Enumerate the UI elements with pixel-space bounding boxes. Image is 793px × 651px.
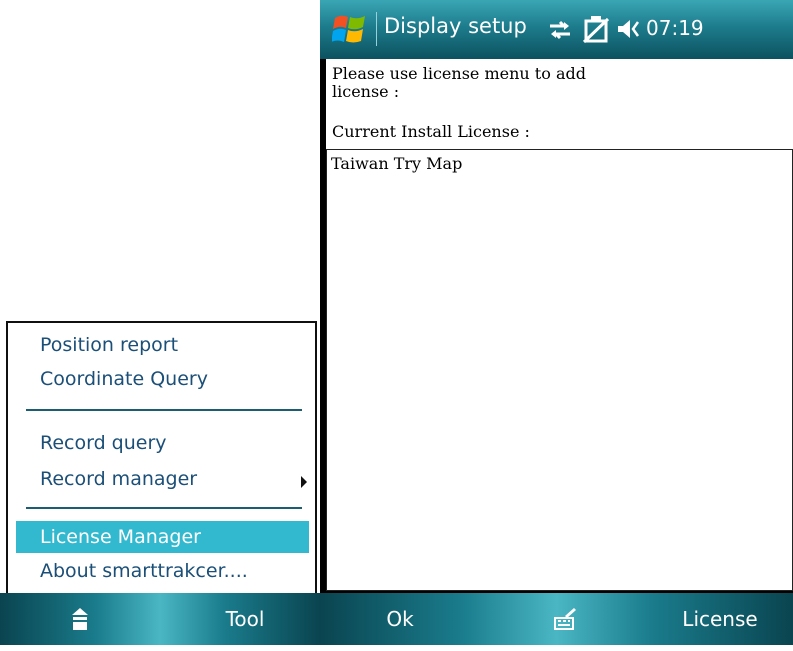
menu-item-label: Record manager	[40, 468, 198, 490]
left-softkey-bar: Tool	[0, 593, 320, 645]
list-item[interactable]: Taiwan Try Map	[331, 154, 462, 173]
window-title: Display setup	[384, 14, 527, 38]
windows-start-icon[interactable]	[332, 11, 368, 47]
license-softkey-label: License	[682, 607, 758, 631]
title-separator	[376, 12, 377, 46]
menu-item-about[interactable]: About smarttrakcer....	[16, 555, 309, 587]
ok-softkey[interactable]: Ok	[360, 593, 440, 645]
connectivity-icon[interactable]	[548, 19, 572, 41]
menu-item-coordinate-query[interactable]: Coordinate Query	[16, 363, 309, 395]
menu-item-record-query[interactable]: Record query	[16, 427, 309, 459]
tool-menu: Position report Coordinate Query Record …	[6, 321, 317, 601]
battery-icon[interactable]	[582, 14, 610, 44]
right-softkey-bar: Ok License	[320, 593, 793, 645]
menu-item-label: Coordinate Query	[40, 368, 208, 390]
menu-item-license-manager[interactable]: License Manager	[16, 521, 309, 553]
menu-separator	[26, 409, 302, 411]
content-area: Please use license menu to add license :…	[326, 59, 793, 591]
menu-item-record-manager[interactable]: Record manager	[16, 463, 309, 495]
instruction-text: Please use license menu to add license :	[332, 64, 586, 101]
speaker-icon[interactable]	[616, 18, 644, 40]
submenu-arrow-icon	[301, 476, 307, 488]
right-device-screen: Display setup 07:19 Please use license m…	[320, 0, 793, 645]
menu-item-label: License Manager	[40, 526, 201, 548]
ok-softkey-label: Ok	[386, 607, 414, 631]
license-list[interactable]: Taiwan Try Map	[326, 149, 793, 591]
menu-item-label: Record query	[40, 432, 167, 454]
keyboard-icon[interactable]	[40, 593, 120, 645]
menu-item-label: Position report	[40, 334, 179, 356]
tool-softkey[interactable]: Tool	[190, 593, 300, 645]
current-license-label: Current Install License :	[332, 122, 530, 141]
left-device-screen: Position report Coordinate Query Record …	[0, 318, 320, 645]
license-softkey[interactable]: License	[660, 593, 780, 645]
menu-separator	[26, 507, 302, 509]
status-bar: Display setup 07:19	[320, 0, 793, 59]
menu-item-position-report[interactable]: Position report	[16, 329, 309, 361]
input-panel-icon[interactable]	[540, 593, 590, 645]
clock[interactable]: 07:19	[646, 16, 704, 40]
tool-softkey-label: Tool	[225, 607, 265, 631]
menu-item-label: About smarttrakcer....	[40, 560, 248, 582]
